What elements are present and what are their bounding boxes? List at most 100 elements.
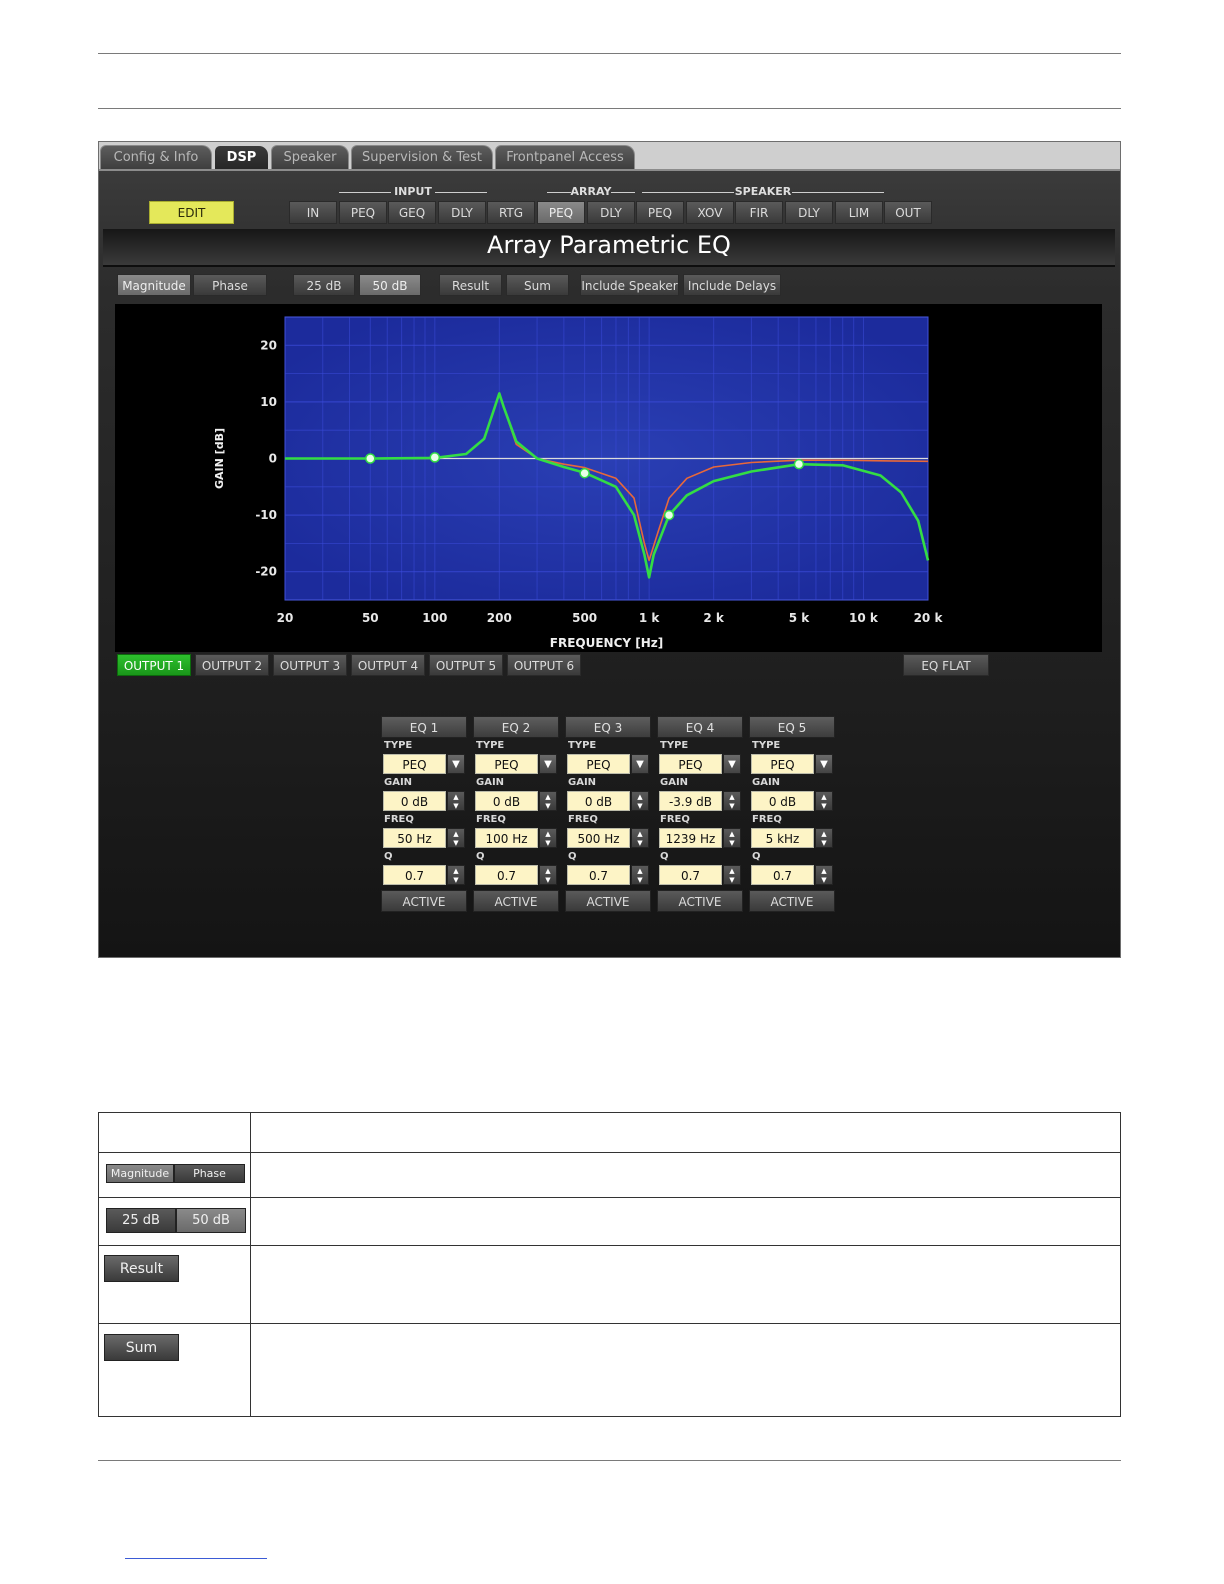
gain-input[interactable]: -3.9 dB: [659, 791, 722, 811]
group-input-label: INPUT: [394, 185, 432, 198]
eq-band-header[interactable]: EQ 1: [381, 716, 467, 738]
active-button[interactable]: ACTIVE: [657, 890, 743, 912]
tab-speaker[interactable]: Speaker: [271, 145, 349, 170]
chain-button-peq-1[interactable]: PEQ: [339, 201, 387, 224]
freq-input[interactable]: 5 kHz: [751, 828, 814, 848]
tab-supervision-test[interactable]: Supervision & Test: [351, 145, 493, 170]
eq-band-handle[interactable]: [429, 452, 441, 463]
y-axis-title: GAIN [dB]: [213, 428, 226, 489]
freq-stepper-icon[interactable]: ▲ ▼: [631, 828, 649, 848]
chain-button-lim-11[interactable]: LIM: [835, 201, 883, 224]
eq-band-handle[interactable]: [793, 458, 805, 470]
active-button[interactable]: ACTIVE: [565, 890, 651, 912]
gain-input[interactable]: 0 dB: [567, 791, 630, 811]
chain-button-dly-6[interactable]: DLY: [587, 201, 635, 224]
q-stepper-icon[interactable]: ▲ ▼: [447, 865, 465, 885]
gain-label: GAIN: [384, 777, 413, 788]
chevron-down-icon[interactable]: ▼: [723, 754, 741, 774]
chevron-down-icon[interactable]: ▼: [539, 754, 557, 774]
chevron-down-icon[interactable]: ▼: [631, 754, 649, 774]
25db-button[interactable]: 25 dB: [293, 274, 355, 296]
freq-stepper-icon[interactable]: ▲ ▼: [723, 828, 741, 848]
q-stepper-icon[interactable]: ▲ ▼: [723, 865, 741, 885]
type-select[interactable]: PEQ: [659, 754, 722, 774]
type-select[interactable]: PEQ: [383, 754, 446, 774]
chain-button-xov-8[interactable]: XOV: [686, 201, 734, 224]
gain-input[interactable]: 0 dB: [383, 791, 446, 811]
freq-stepper-icon[interactable]: ▲ ▼: [539, 828, 557, 848]
x-axis-title: FREQUENCY [Hz]: [550, 636, 664, 650]
chain-button-out-12[interactable]: OUT: [884, 201, 932, 224]
y-tick-label: 20: [260, 338, 277, 352]
chevron-down-icon[interactable]: ▼: [815, 754, 833, 774]
eq-band-panel-4: EQ 4 TYPE PEQ ▼ GAIN -3.9 dB ▲ ▼ FREQ 1239 Hz ▲ ▼ Q 0…: [657, 716, 743, 912]
type-select[interactable]: PEQ: [567, 754, 630, 774]
type-select[interactable]: PEQ: [751, 754, 814, 774]
q-input[interactable]: 0.7: [383, 865, 446, 885]
phase-button-sample: Phase: [174, 1164, 245, 1183]
chain-button-in-0[interactable]: IN: [289, 201, 337, 224]
chevron-down-icon[interactable]: ▼: [447, 754, 465, 774]
output-1-button[interactable]: OUTPUT 1: [117, 654, 191, 676]
q-stepper-icon[interactable]: ▲ ▼: [815, 865, 833, 885]
eq-band-header[interactable]: EQ 3: [565, 716, 651, 738]
chain-button-dly-3[interactable]: DLY: [438, 201, 486, 224]
freq-stepper-icon[interactable]: ▲ ▼: [815, 828, 833, 848]
chain-button-geq-2[interactable]: GEQ: [388, 201, 436, 224]
gain-label: GAIN: [568, 777, 597, 788]
chain-button-dly-10[interactable]: DLY: [785, 201, 833, 224]
freq-input[interactable]: 500 Hz: [567, 828, 630, 848]
eq-band-header[interactable]: EQ 4: [657, 716, 743, 738]
eq-band-handle[interactable]: [663, 509, 675, 521]
q-stepper-icon[interactable]: ▲ ▼: [631, 865, 649, 885]
eq-band-header[interactable]: EQ 5: [749, 716, 835, 738]
tab-config-info[interactable]: Config & Info: [100, 145, 212, 170]
gain-stepper-icon[interactable]: ▲ ▼: [631, 791, 649, 811]
freq-input[interactable]: 1239 Hz: [659, 828, 722, 848]
include-speaker-button[interactable]: Include Speaker: [580, 274, 679, 296]
q-input[interactable]: 0.7: [659, 865, 722, 885]
tab-dsp[interactable]: DSP: [214, 145, 269, 170]
q-input[interactable]: 0.7: [567, 865, 630, 885]
chain-button-peq-5[interactable]: PEQ: [537, 201, 585, 224]
freq-input[interactable]: 100 Hz: [475, 828, 538, 848]
50db-button[interactable]: 50 dB: [359, 274, 421, 296]
tab-frontpanel-access[interactable]: Frontpanel Access: [495, 145, 635, 170]
output-6-button[interactable]: OUTPUT 6: [507, 654, 581, 676]
phase-button[interactable]: Phase: [193, 274, 267, 296]
gain-stepper-icon[interactable]: ▲ ▼: [723, 791, 741, 811]
active-button[interactable]: ACTIVE: [749, 890, 835, 912]
eq-band-handle[interactable]: [365, 453, 376, 464]
type-select[interactable]: PEQ: [475, 754, 538, 774]
eq-band-handle[interactable]: [579, 467, 590, 479]
gain-stepper-icon[interactable]: ▲ ▼: [447, 791, 465, 811]
magnitude-button[interactable]: Magnitude: [117, 274, 191, 296]
gain-stepper-icon[interactable]: ▲ ▼: [539, 791, 557, 811]
frequency-response-plot[interactable]: 20 50 100 200 500 1 k2 k5 k 10 k 20 k 20 10 0 -10 -2…: [115, 304, 1102, 652]
eq-band-panel-2: EQ 2 TYPE PEQ ▼ GAIN 0 dB ▲ ▼ FREQ 100 Hz ▲ ▼ Q 0.7 ▲ ▼…: [473, 716, 559, 912]
q-stepper-icon[interactable]: ▲ ▼: [539, 865, 557, 885]
gain-input[interactable]: 0 dB: [475, 791, 538, 811]
chain-button-fir-9[interactable]: FIR: [735, 201, 783, 224]
gain-stepper-icon[interactable]: ▲ ▼: [815, 791, 833, 811]
q-input[interactable]: 0.7: [475, 865, 538, 885]
eq-flat-button[interactable]: EQ FLAT: [903, 654, 989, 676]
output-2-button[interactable]: OUTPUT 2: [195, 654, 269, 676]
output-4-button[interactable]: OUTPUT 4: [351, 654, 425, 676]
active-button[interactable]: ACTIVE: [473, 890, 559, 912]
freq-input[interactable]: 50 Hz: [383, 828, 446, 848]
dsp-content-area: EDIT INPUT ARRAY SPEAKER IN PEQ GEQ DLY RTG P…: [99, 171, 1120, 957]
q-input[interactable]: 0.7: [751, 865, 814, 885]
active-button[interactable]: ACTIVE: [381, 890, 467, 912]
freq-stepper-icon[interactable]: ▲ ▼: [447, 828, 465, 848]
sum-button[interactable]: Sum: [506, 274, 569, 296]
edit-button[interactable]: EDIT: [149, 201, 234, 224]
eq-band-header[interactable]: EQ 2: [473, 716, 559, 738]
include-delays-button[interactable]: Include Delays: [683, 274, 781, 296]
chain-button-peq-7[interactable]: PEQ: [636, 201, 684, 224]
output-5-button[interactable]: OUTPUT 5: [429, 654, 503, 676]
chain-button-rtg-4[interactable]: RTG: [487, 201, 535, 224]
result-button[interactable]: Result: [439, 274, 502, 296]
output-3-button[interactable]: OUTPUT 3: [273, 654, 347, 676]
gain-input[interactable]: 0 dB: [751, 791, 814, 811]
